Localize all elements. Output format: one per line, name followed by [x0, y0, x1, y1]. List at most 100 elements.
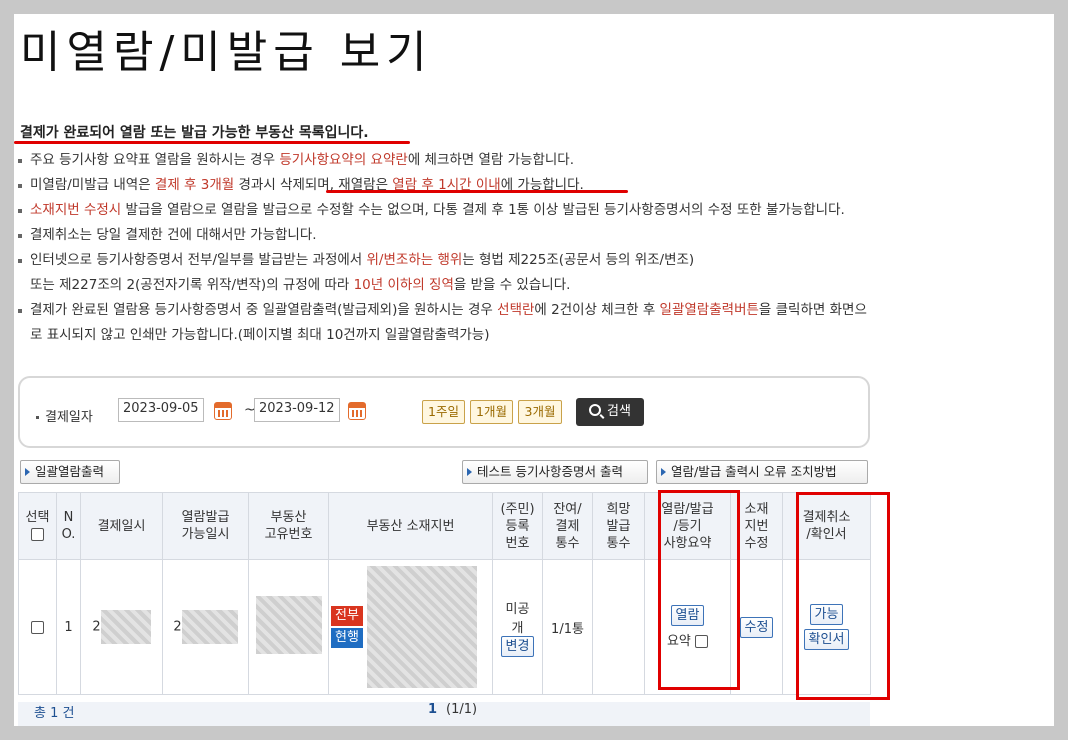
property-address-cell: 전부 현행 — [328, 559, 493, 695]
calendar-to-icon[interactable] — [348, 402, 366, 420]
table-footer: 총 1 건 1 (1/1) — [18, 702, 870, 726]
table-header-row: 선택 N O. 결제일시 열람발급 가능일시 부동산 고유번호 부동산 소재지번 (주민) 등록 번호… — [18, 492, 871, 560]
notice-highlight: 선택란 — [497, 302, 535, 318]
period-1week-button[interactable]: 1주일 — [422, 400, 465, 424]
notice-highlight: 일괄열람출력버튼 — [659, 302, 759, 318]
notice-text: 결제가 완료된 열람용 등기사항증명서 중 일괄열람출력(발급제외)을 원하시는… — [30, 302, 498, 318]
row-select-cell — [18, 559, 57, 695]
page-link-current[interactable]: 1 — [428, 702, 437, 717]
redacted-available-at — [181, 610, 238, 644]
total-count: 총 1 건 — [34, 706, 75, 721]
notice-text: 는 형법 제225조(공문서 등의 위조/변조) — [462, 252, 695, 268]
reg-number-cell: 미공 개 변경 — [492, 559, 543, 695]
notice-text: 발급을 열람으로 열람을 발급으로 수정할 수는 없으며, 다통 결제 후 1통… — [121, 202, 845, 218]
notice-text: 에 2건이상 체크한 후 — [534, 302, 660, 318]
calendar-from-icon[interactable] — [214, 402, 232, 420]
select-all-checkbox[interactable] — [31, 528, 44, 541]
column-header-line: 통수 — [606, 535, 631, 551]
column-header-line: 등록 — [505, 518, 530, 534]
badge-scope: 전부 — [331, 606, 363, 626]
column-header: 열람발급가능일시 — [162, 492, 249, 560]
test-print-label: 테스트 등기사항증명서 출력 — [477, 464, 623, 479]
column-header: 부동산 소재지번 — [328, 492, 493, 560]
search-panel: 결제일자 2023-09-05 ~ 2023-09-12 1주일 1개월 3개월… — [18, 376, 870, 448]
date-to-input[interactable]: 2023-09-12 — [254, 398, 340, 422]
column-header-line: 선택 — [25, 510, 50, 525]
available-at-cell: 2 — [162, 559, 249, 695]
remaining-count: 1/1통 — [542, 559, 593, 695]
column-header: 결제일시 — [80, 492, 163, 560]
bulk-print-label: 일괄열람출력 — [35, 464, 105, 479]
column-header-line: 부동산 — [270, 510, 307, 525]
column-header: (주민) 등록 번호 — [492, 492, 543, 560]
notice-highlight: 등기사항요약의 요약란 — [279, 152, 408, 168]
search-button-label: 검색 — [607, 404, 631, 419]
notice-text: 결제취소는 당일 결제한 건에 대해서만 가능합니다. — [30, 227, 317, 243]
notice-text: 에 체크하면 열람 가능합니다. — [407, 152, 575, 168]
badge-status: 현행 — [331, 628, 363, 648]
notice-item: 미열람/미발급 내역은 결제 후 3개월 경과시 삭제되며, 재열람은 열람 후… — [14, 173, 874, 198]
search-button[interactable]: 검색 — [576, 398, 644, 426]
column-header: N O. — [56, 492, 81, 560]
redacted-address — [367, 566, 477, 688]
column-header-line: 결제일시 — [97, 518, 146, 534]
reg-number-line-1: 미공 — [505, 601, 530, 617]
search-icon — [589, 404, 602, 416]
table-row: 1 2 2 전부 현행 미공 개 변경 1/1통 열람 요약 수정 가능 확인서 — [18, 559, 871, 695]
notice-text: 주요 등기사항 요약표 열람을 원하시는 경우 — [30, 152, 280, 168]
column-header-line: 부동산 소재지번 — [366, 518, 455, 534]
column-header: 잔여/결제 통수 — [542, 492, 593, 560]
notice-item: 인터넷으로 등기사항증명서 전부/일부를 발급받는 과정에서 위/변조하는 행위… — [14, 248, 874, 298]
property-id-cell — [248, 559, 329, 695]
annotation-box-cancel — [796, 492, 890, 700]
notice-highlight: 위/변조하는 행위 — [366, 252, 463, 268]
row-no: 1 — [56, 559, 81, 695]
available-at-prefix: 2 — [173, 619, 182, 635]
column-header-line: 고유번호 — [264, 527, 313, 542]
error-guide-button[interactable]: 열람/발급 출력시 오류 조치방법 — [656, 460, 868, 484]
arrow-right-icon — [467, 468, 472, 476]
annotation-box-view-issue — [658, 490, 740, 690]
column-header-line: 희망 — [606, 501, 631, 517]
column-header-line: 열람발급 — [181, 510, 230, 525]
notice-text: 경과시 삭제되며, 재열람은 — [234, 177, 393, 193]
column-header: 부동산고유번호 — [248, 492, 329, 560]
notice-text: 을 받을 수 있습니다. — [453, 277, 571, 293]
error-guide-label: 열람/발급 출력시 오류 조치방법 — [671, 464, 837, 479]
notice-item: 결제취소는 당일 결제한 건에 대해서만 가능합니다. — [14, 223, 874, 248]
notice-text: 인터넷으로 등기사항증명서 전부/일부를 발급받는 과정에서 — [30, 252, 367, 268]
change-reg-number-button[interactable]: 변경 — [500, 635, 535, 657]
column-header[interactable]: 선택 — [18, 492, 57, 560]
notice-item: 결제가 완료된 열람용 등기사항증명서 중 일괄열람출력(발급제외)을 원하시는… — [14, 298, 874, 348]
results-table: 선택 N O. 결제일시 열람발급 가능일시 부동산 고유번호 부동산 소재지번 (주민) 등록 번호… — [18, 492, 871, 695]
desired-count — [592, 559, 645, 695]
notice-highlight: 열람 후 1시간 이내 — [392, 177, 501, 193]
notice-text: 또는 제227조의 2(공전자기록 위작/변작)의 규정에 따라 — [30, 277, 354, 293]
date-from-input[interactable]: 2023-09-05 — [118, 398, 204, 422]
notice-text: 미열람/미발급 내역은 — [30, 177, 155, 193]
notice-highlight: 소재지번 수정시 — [30, 202, 122, 218]
period-3month-button[interactable]: 3개월 — [518, 400, 562, 424]
row-select-checkbox[interactable] — [31, 620, 44, 634]
column-header-line: 번호 — [505, 535, 530, 551]
column-header-line: 통수 — [555, 535, 580, 551]
headline-underline — [14, 141, 410, 144]
column-header-line: (주민) — [500, 501, 535, 517]
notice-highlight: 결제 후 3개월 — [154, 177, 235, 193]
column-header-line: 결제 — [555, 518, 580, 534]
column-header-line: O. — [61, 527, 76, 542]
notice-item: 주요 등기사항 요약표 열람을 원하시는 경우 등기사항요약의 요약란에 체크하… — [14, 148, 874, 173]
arrow-right-icon — [661, 468, 666, 476]
column-header-line: N — [63, 510, 74, 525]
page-title: 미열람/미발급 보기 — [20, 27, 433, 78]
edit-address-button[interactable]: 수정 — [739, 616, 774, 638]
bulk-print-button[interactable]: 일괄열람출력 — [20, 460, 120, 484]
payment-date-label: 결제일자 — [36, 406, 93, 425]
column-header-line: 가능일시 — [181, 527, 230, 542]
column-header-line: 발급 — [606, 518, 631, 534]
page-headline: 결제가 완료되어 열람 또는 발급 가능한 부동산 목록입니다. — [20, 125, 369, 141]
paid-at-prefix: 2 — [92, 619, 101, 635]
test-print-button[interactable]: 테스트 등기사항증명서 출력 — [462, 460, 648, 484]
period-1month-button[interactable]: 1개월 — [470, 400, 513, 424]
page-info: (1/1) — [446, 702, 478, 717]
